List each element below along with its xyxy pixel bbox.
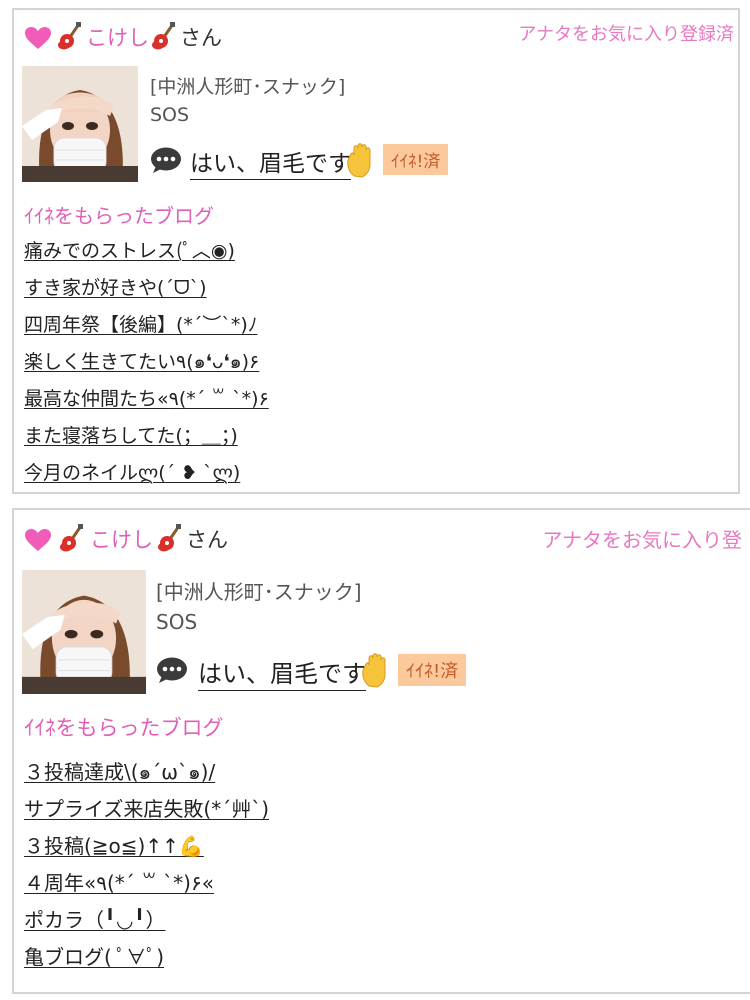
blog-link[interactable]: ポカラ（╹◡╹） bbox=[24, 908, 166, 932]
list-item: ３投稿達成\(๑´ω`๑)/ bbox=[24, 756, 269, 793]
honorific: さん bbox=[180, 26, 222, 50]
comment-link[interactable]: はい、眉毛です bbox=[190, 144, 351, 180]
blog-link[interactable]: すき家が好きや(´ᗜ`) bbox=[24, 277, 207, 299]
avatar[interactable] bbox=[22, 570, 146, 694]
blog-link[interactable]: 楽しく生きてたい٩(๑❛ᴗ❛๑)۶ bbox=[24, 351, 259, 373]
section-title: ｲｲﾈをもらったブログ bbox=[24, 204, 214, 228]
blog-list: ３投稿達成\(๑´ω`๑)/ サプライズ来店失敗(*´艸`) ３投稿(≧o≦)↑… bbox=[24, 756, 269, 978]
heart-icon bbox=[25, 27, 51, 49]
blog-link[interactable]: ４周年«٩(*´ ꒳ `*)۶« bbox=[24, 871, 214, 895]
user-card-1: こけし さん アナタをお気に入り登録済 [中洲人形町･スナック] SOS はい、… bbox=[12, 8, 740, 494]
blog-link[interactable]: ３投稿(≧o≦)↑↑💪 bbox=[24, 834, 204, 858]
speech-bubble-icon bbox=[157, 657, 187, 683]
guitar-icon bbox=[158, 524, 181, 552]
avatar-photo bbox=[22, 570, 146, 694]
guitar-icon bbox=[152, 22, 175, 50]
list-item: 今月のネイルლ(´ ❥ `ლ) bbox=[24, 458, 269, 492]
shop-name[interactable]: SOS bbox=[156, 610, 197, 634]
list-item: 痛みでのストレス(ﾟ︿◉) bbox=[24, 236, 269, 273]
section-title: ｲｲﾈをもらったブログ bbox=[24, 716, 224, 740]
avatar[interactable] bbox=[22, 66, 138, 182]
blog-link[interactable]: また寝落ちしてた(；＿；) bbox=[24, 425, 238, 447]
comment-link[interactable]: はい、眉毛です bbox=[198, 654, 366, 691]
blog-list: 痛みでのストレス(ﾟ︿◉) すき家が好きや(´ᗜ`) 四周年祭【後編】(*´︶`… bbox=[24, 236, 269, 492]
blog-link[interactable]: 今月のネイルლ(´ ❥ `ლ) bbox=[24, 462, 240, 484]
comment-row: はい、眉毛です ｲｲﾈ!済 bbox=[150, 143, 670, 180]
blog-link[interactable]: 亀ブログ( ﾟ∀ﾟ) bbox=[24, 945, 164, 969]
list-item: 楽しく生きてたい٩(๑❛ᴗ❛๑)۶ bbox=[24, 347, 269, 384]
raised-hand-icon bbox=[347, 143, 371, 178]
raised-hand-icon bbox=[362, 653, 386, 688]
card-header: こけし さん アナタをお気に入り登録済 bbox=[24, 20, 734, 52]
blog-link[interactable]: サプライズ来店失敗(*´艸`) bbox=[24, 797, 269, 821]
list-item: ３投稿(≧o≦)↑↑💪 bbox=[24, 830, 269, 867]
like-done-badge: ｲｲﾈ!済 bbox=[383, 144, 449, 175]
honorific: さん bbox=[186, 528, 228, 552]
list-item: ４周年«٩(*´ ꒳ `*)۶« bbox=[24, 867, 269, 904]
favorite-status: アナタをお気に入り登 bbox=[542, 528, 742, 552]
guitar-icon bbox=[58, 22, 81, 50]
list-item: 四周年祭【後編】(*´︶`*)ﾉ bbox=[24, 310, 269, 347]
user-name-link[interactable]: こけし bbox=[90, 524, 153, 554]
comment-row: はい、眉毛です ｲｲﾈ!済 bbox=[156, 653, 716, 691]
user-name-link[interactable]: こけし bbox=[86, 22, 149, 52]
list-item: すき家が好きや(´ᗜ`) bbox=[24, 273, 269, 310]
shop-name[interactable]: SOS bbox=[150, 104, 189, 126]
blog-link[interactable]: 痛みでのストレス(ﾟ︿◉) bbox=[24, 240, 235, 262]
user-card-2: こけし さん アナタをお気に入り登 [中洲人形町･スナック] SOS はい、眉毛… bbox=[12, 508, 750, 994]
blog-link[interactable]: 最高な仲間たち«٩(*´ ꒳ `*)۶ bbox=[24, 388, 269, 410]
list-item: ポカラ（╹◡╹） bbox=[24, 904, 269, 941]
list-item: 最高な仲間たち«٩(*´ ꒳ `*)۶ bbox=[24, 384, 269, 421]
favorite-status: アナタをお気に入り登録済 bbox=[518, 24, 734, 45]
heart-icon bbox=[25, 529, 51, 551]
card-header: こけし さん アナタをお気に入り登 bbox=[24, 522, 748, 554]
blog-link[interactable]: 四周年祭【後編】(*´︶`*)ﾉ bbox=[24, 314, 257, 336]
speech-bubble-icon bbox=[151, 147, 181, 173]
blog-link[interactable]: ３投稿達成\(๑´ω`๑)/ bbox=[24, 760, 215, 784]
list-item: また寝落ちしてた(；＿；) bbox=[24, 421, 269, 458]
guitar-icon bbox=[60, 524, 83, 552]
list-item: 亀ブログ( ﾟ∀ﾟ) bbox=[24, 941, 269, 978]
avatar-photo bbox=[22, 66, 138, 182]
like-done-badge: ｲｲﾈ!済 bbox=[398, 654, 467, 686]
shop-area[interactable]: [中洲人形町･スナック] bbox=[156, 576, 362, 605]
list-item: サプライズ来店失敗(*´艸`) bbox=[24, 793, 269, 830]
shop-area[interactable]: [中洲人形町･スナック] bbox=[150, 72, 345, 99]
